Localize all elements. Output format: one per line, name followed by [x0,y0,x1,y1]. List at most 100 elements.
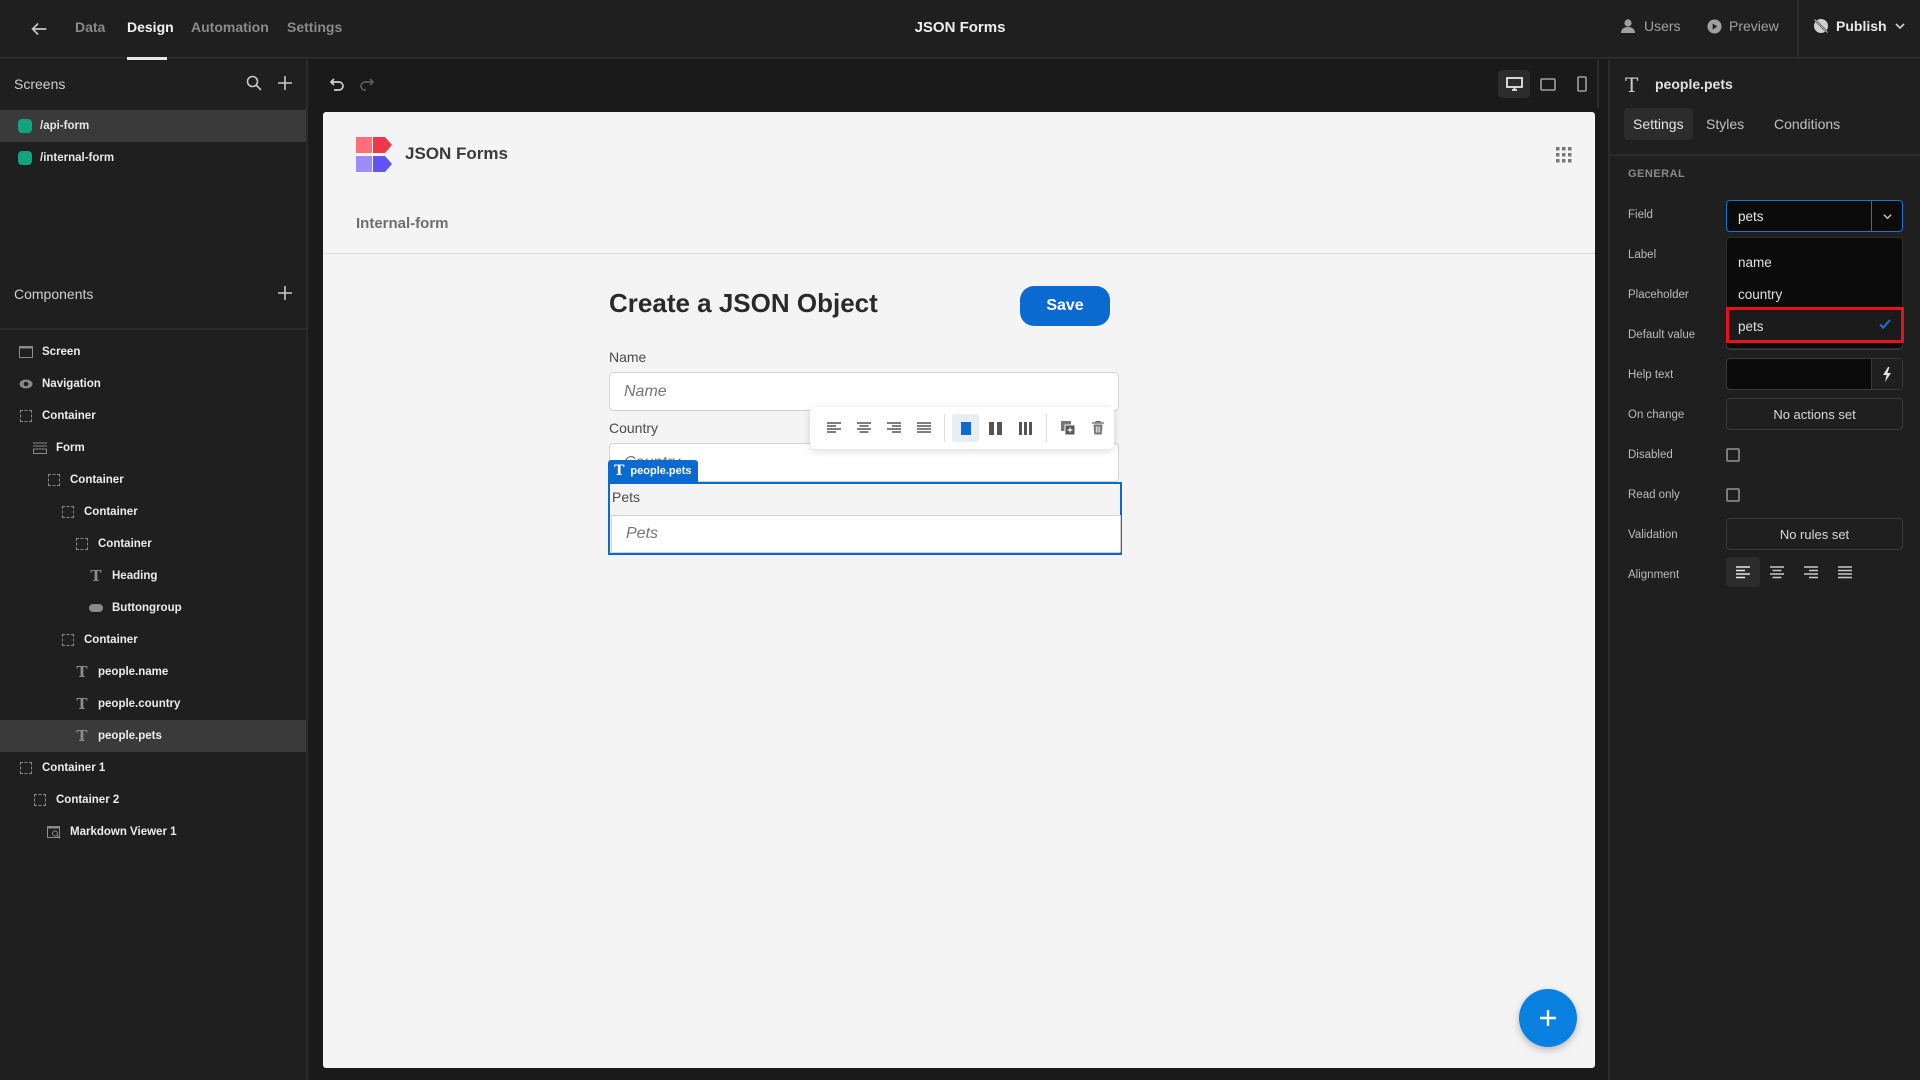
two-column-button[interactable] [982,414,1009,442]
component-tree-item[interactable]: Tpeople.pets [0,720,306,752]
validation-label: Validation [1628,529,1678,541]
publish-button[interactable]: Publish [1813,18,1906,34]
component-tree-item[interactable]: Screen [0,336,306,368]
delete-button[interactable] [1084,414,1111,442]
three-column-icon [1019,421,1032,435]
component-tree-item[interactable]: Tpeople.name [0,656,306,688]
search-screens-button[interactable] [246,75,262,96]
mobile-view-button[interactable] [1566,70,1598,98]
desktop-view-button[interactable] [1498,70,1530,98]
component-tree-item[interactable]: Markdown Viewer 1 [0,816,306,848]
help-text-label: Help text [1628,369,1674,381]
component-tree-item[interactable]: Form [0,432,306,464]
component-tree-item[interactable]: Container [0,464,306,496]
component-tree-item[interactable]: Container [0,528,306,560]
on-change-actions-button[interactable]: No actions set [1726,398,1903,430]
add-screen-button[interactable] [277,75,293,96]
name-input[interactable]: Name [609,372,1119,411]
alignment-justify-button[interactable] [1828,557,1862,587]
tab-styles[interactable]: Styles [1697,108,1753,140]
align-justify-button[interactable] [910,414,937,442]
tab-automation[interactable]: Automation [191,19,269,35]
duplicate-button[interactable] [1054,414,1081,442]
general-section-heading: GENERAL [1628,168,1686,180]
tab-data[interactable]: Data [75,19,105,35]
left-panel: Screens /api-form /internal-form Compone… [0,60,308,1080]
disabled-checkbox[interactable] [1726,448,1740,462]
app-grid-icon[interactable] [1556,147,1572,163]
redo-button[interactable] [359,76,379,96]
back-button[interactable] [28,18,52,42]
preview-button[interactable]: Preview [1707,18,1779,34]
form-heading: Create a JSON Object [609,288,878,318]
field-label: Field [1628,209,1653,221]
help-text-binding-button[interactable] [1871,359,1902,389]
page-preview[interactable]: JSON Forms Internal-form Create a JSON O… [323,112,1595,1068]
toolbar-divider [944,414,945,442]
text-field-icon: T [76,663,88,681]
plus-icon [278,286,292,300]
canvas-area: JSON Forms Internal-form Create a JSON O… [310,60,1608,1080]
field-select-value: pets [1738,208,1764,224]
screen-item-api-form[interactable]: /api-form [0,110,306,142]
brand-name: JSON Forms [405,144,508,163]
field-select[interactable]: pets [1726,200,1903,232]
field-select-toggle[interactable] [1871,201,1902,231]
pets-input[interactable]: Pets [611,515,1121,553]
text-field-icon: T [1625,73,1639,97]
add-component-button[interactable] [277,285,293,306]
tab-settings-panel[interactable]: Settings [1624,108,1693,140]
alignment-left-button[interactable] [1726,557,1760,587]
component-tree-label: people.pets [98,730,162,742]
users-button[interactable]: Users [1620,18,1681,34]
nav-link-internal-form[interactable]: Internal-form [356,215,449,232]
read-only-checkbox[interactable] [1726,488,1740,502]
field-option-pets[interactable]: pets [1727,310,1902,342]
tab-design[interactable]: Design [127,19,174,35]
buttongroup-icon [89,601,103,615]
selected-component-name: people.pets [630,465,692,477]
field-option-name[interactable]: name [1727,246,1902,278]
component-tree-item[interactable]: Container [0,400,306,432]
heading-icon: T [90,567,102,585]
screen-item-internal-form[interactable]: /internal-form [0,142,306,174]
field-option-country[interactable]: country [1727,278,1902,310]
undo-button[interactable] [327,76,347,96]
container-icon [61,633,75,647]
default-value-label: Default value [1628,329,1696,341]
one-column-button[interactable] [952,414,979,442]
alignment-center-button[interactable] [1760,557,1794,587]
users-icon [1621,19,1635,33]
option-label: name [1738,254,1772,270]
validation-rules-button[interactable]: No rules set [1726,518,1903,550]
component-tree-item[interactable]: T Heading [0,560,306,592]
align-center-button[interactable] [850,414,877,442]
alignment-group [1726,557,1862,587]
tablet-view-button[interactable] [1532,70,1564,98]
tab-settings[interactable]: Settings [287,19,342,35]
component-tree-item[interactable]: Navigation [0,368,306,400]
component-tree-item[interactable]: Tpeople.country [0,688,306,720]
help-text-input[interactable] [1726,358,1903,390]
checkmark-icon [1879,319,1891,330]
component-tree-item[interactable]: Container [0,496,306,528]
component-tree-label: Container [84,634,138,646]
component-tree-item[interactable]: Buttongroup [0,592,306,624]
add-component-fab[interactable] [1519,989,1577,1047]
alignment-right-button[interactable] [1794,557,1828,587]
selected-component-title: people.pets [1655,76,1733,92]
align-right-button[interactable] [880,414,907,442]
align-center-icon [856,422,871,433]
screen-item-label: /internal-form [40,152,115,164]
align-left-button[interactable] [820,414,847,442]
panel-divider [1610,154,1920,156]
lightning-icon [1883,366,1891,382]
component-tree-item[interactable]: Container 1 [0,752,306,784]
save-button[interactable]: Save [1020,286,1110,326]
tab-conditions[interactable]: Conditions [1765,108,1849,140]
one-column-icon [960,421,971,435]
component-tree-item[interactable]: Container 2 [0,784,306,816]
three-column-button[interactable] [1012,414,1039,442]
eye-icon [19,377,33,391]
component-tree-item[interactable]: Container [0,624,306,656]
